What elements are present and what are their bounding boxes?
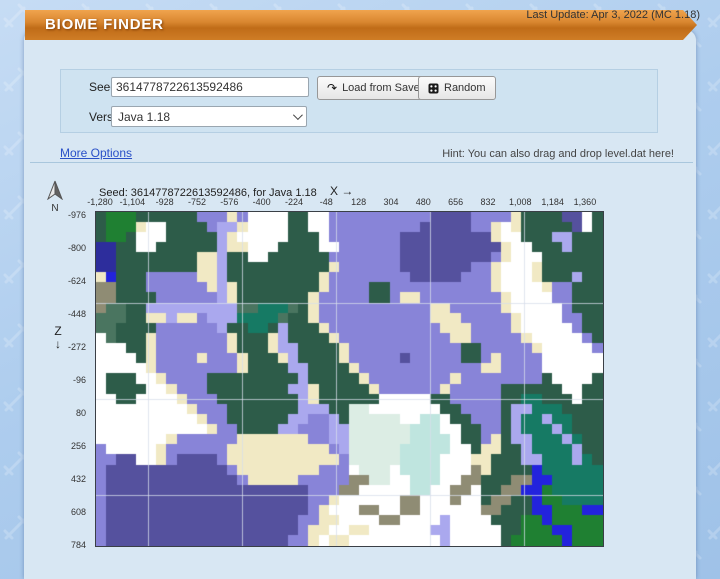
z-tick: -272: [68, 342, 86, 352]
biome-map[interactable]: [95, 211, 604, 547]
x-tick: 1,008: [509, 197, 532, 207]
seed-input[interactable]: [111, 77, 309, 97]
x-tick: -48: [320, 197, 333, 207]
more-options-link[interactable]: More Options: [60, 146, 132, 160]
compass: N: [44, 180, 66, 214]
z-axis-ticks: -976-800-624-448-272-9680256432608784: [52, 211, 90, 545]
x-tick: -1,104: [120, 197, 146, 207]
drag-drop-hint: Hint: You can also drag and drop level.d…: [442, 148, 674, 160]
version-selected-value: Java 1.18: [118, 110, 170, 124]
compass-north-arrow-icon: [45, 180, 65, 200]
x-tick: -400: [253, 197, 271, 207]
load-arrow-icon: ↷: [327, 82, 337, 94]
section-divider: [30, 162, 693, 163]
random-button[interactable]: Random: [418, 76, 496, 100]
last-update-text: Last Update: Apr 3, 2022 (MC 1.18): [526, 9, 700, 21]
x-tick: -928: [156, 197, 174, 207]
chevron-down-icon: [293, 110, 303, 120]
z-tick: 432: [71, 474, 86, 484]
x-tick: 1,184: [541, 197, 564, 207]
x-tick: 832: [480, 197, 495, 207]
z-tick: 256: [71, 441, 86, 451]
x-tick: 480: [416, 197, 431, 207]
x-tick: -576: [220, 197, 238, 207]
z-tick: -624: [68, 276, 86, 286]
x-tick: 1,360: [574, 197, 597, 207]
x-axis-ticks: -1,280-1,104-928-752-576-400-224-4812830…: [95, 197, 602, 209]
z-tick: 784: [71, 540, 86, 550]
load-from-save-label: Load from Save...: [342, 82, 429, 94]
x-tick: 656: [448, 197, 463, 207]
biome-map-canvas[interactable]: [96, 212, 603, 546]
version-select[interactable]: Java 1.18: [111, 106, 307, 127]
x-axis-label: X →: [330, 184, 353, 198]
random-label: Random: [444, 82, 486, 94]
z-tick: 80: [76, 408, 86, 418]
x-tick: 128: [351, 197, 366, 207]
dice-icon: [428, 83, 439, 94]
z-tick: -448: [68, 309, 86, 319]
x-tick: -224: [285, 197, 303, 207]
x-tick: -752: [188, 197, 206, 207]
z-tick: -976: [68, 210, 86, 220]
z-tick: -800: [68, 243, 86, 253]
x-tick: 304: [383, 197, 398, 207]
x-tick: -1,280: [87, 197, 113, 207]
z-tick: 608: [71, 507, 86, 517]
seed-form-panel: Seed: ↷ Load from Save... Random Version…: [60, 69, 658, 133]
z-tick: -96: [73, 375, 86, 385]
